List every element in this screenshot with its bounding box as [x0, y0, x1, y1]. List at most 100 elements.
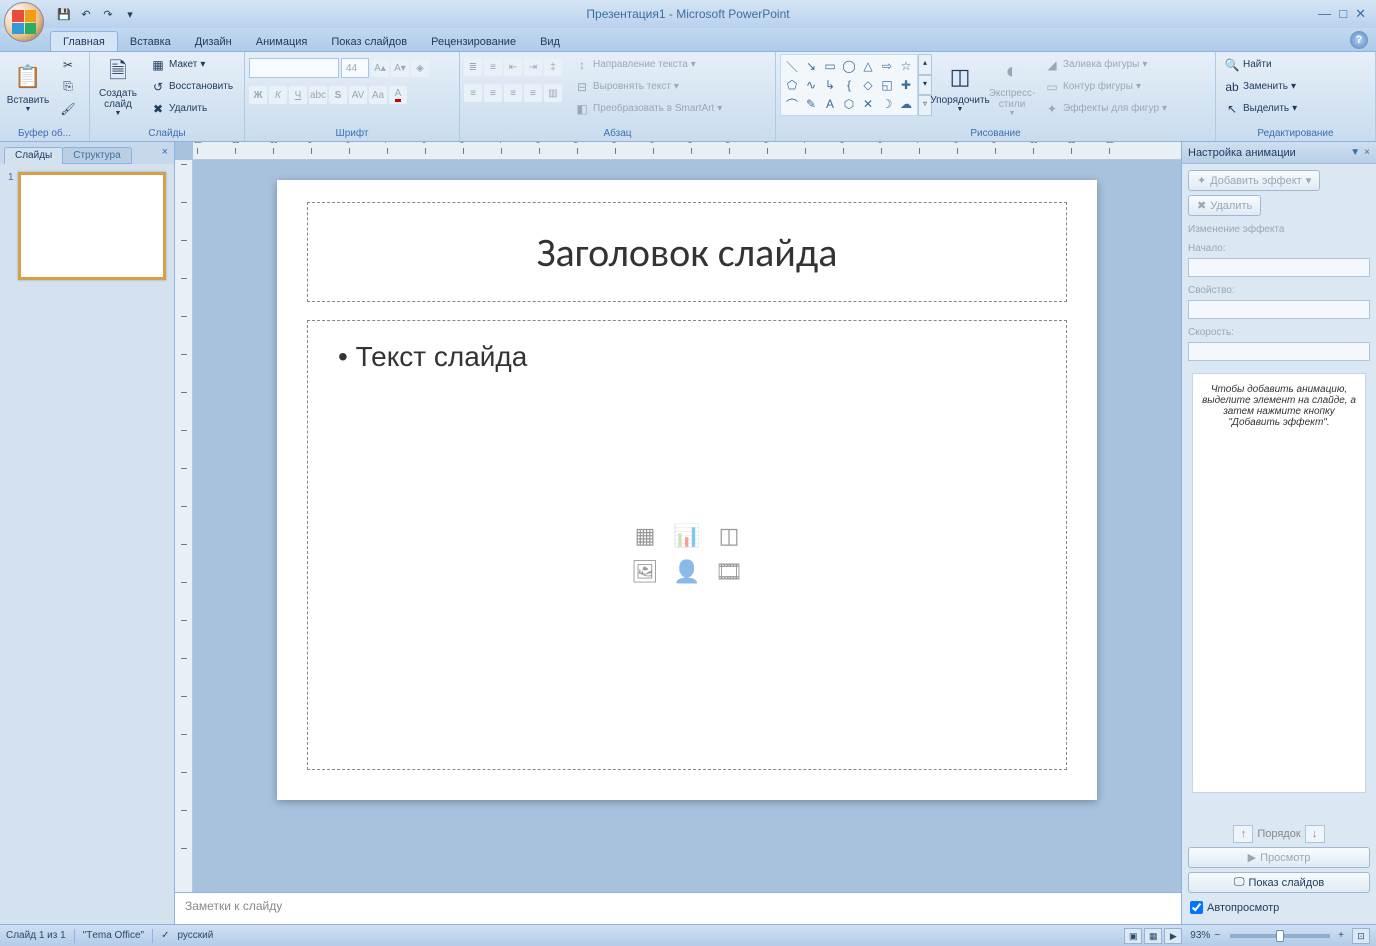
shape-rect-icon[interactable]: ▭: [821, 57, 839, 75]
bullets-button[interactable]: ≣: [464, 58, 482, 76]
panel-tab-outline[interactable]: Структура: [62, 147, 131, 164]
speed-combo[interactable]: [1188, 342, 1370, 361]
font-color-button[interactable]: A: [389, 86, 407, 104]
delete-slide-button[interactable]: ✖Удалить: [146, 98, 237, 119]
shapes-scroll[interactable]: ▴▾▿: [918, 54, 932, 116]
align-text-button[interactable]: ⊟Выровнять текст ▾: [570, 76, 726, 97]
insert-clipart-icon[interactable]: 👤: [669, 557, 705, 587]
layout-button[interactable]: ▦Макет ▾: [146, 54, 237, 75]
zoom-in-button[interactable]: +: [1338, 930, 1344, 941]
tab-home[interactable]: Главная: [50, 31, 118, 51]
tab-animation[interactable]: Анимация: [244, 32, 320, 51]
align-right-button[interactable]: ≡: [504, 84, 522, 102]
shrink-font-button[interactable]: A▾: [391, 59, 409, 77]
maximize-button[interactable]: □: [1339, 6, 1347, 22]
shape-arrow2-icon[interactable]: ⇨: [878, 57, 896, 75]
reorder-down-icon[interactable]: ↓: [1305, 825, 1325, 843]
minimize-button[interactable]: —: [1318, 6, 1331, 22]
add-effect-button[interactable]: ✦Добавить эффект ▾: [1188, 170, 1320, 191]
tab-review[interactable]: Рецензирование: [419, 32, 528, 51]
content-placeholder-icons[interactable]: ▦ 📊 ◫ 🖼 👤 🎞: [627, 521, 747, 587]
font-size-combo[interactable]: 44: [341, 58, 369, 78]
insert-table-icon[interactable]: ▦: [627, 521, 663, 551]
grow-font-button[interactable]: A▴: [371, 59, 389, 77]
panel-tab-slides[interactable]: Слайды: [4, 147, 63, 164]
shape-triangle-icon[interactable]: △: [859, 57, 877, 75]
line-spacing-button[interactable]: ‡: [544, 58, 562, 76]
autopreview-checkbox[interactable]: Автопросмотр: [1188, 897, 1370, 918]
title-placeholder[interactable]: Заголовок слайда: [307, 202, 1067, 302]
qat-customize-icon[interactable]: ▾: [120, 4, 140, 24]
spellcheck-icon[interactable]: ✓: [161, 930, 169, 941]
underline-button[interactable]: Ч: [289, 86, 307, 104]
sorter-view-button[interactable]: ▦: [1144, 928, 1162, 944]
change-case-button[interactable]: Aa: [369, 86, 387, 104]
reorder-up-icon[interactable]: ↑: [1233, 825, 1253, 843]
shape-plus-icon[interactable]: ✚: [897, 76, 915, 94]
shape-arc-icon[interactable]: ⌒: [783, 95, 801, 113]
shadow-button[interactable]: S: [329, 86, 347, 104]
shape-line-icon[interactable]: ＼: [783, 57, 801, 75]
fit-window-button[interactable]: ⊡: [1352, 928, 1370, 944]
zoom-out-button[interactable]: −: [1214, 930, 1220, 941]
shape-brace-icon[interactable]: {: [840, 76, 858, 94]
bold-button[interactable]: Ж: [249, 86, 267, 104]
shape-pentagon-icon[interactable]: ⬠: [783, 76, 801, 94]
shape-oval-icon[interactable]: ◯: [840, 57, 858, 75]
insert-chart-icon[interactable]: 📊: [669, 521, 705, 551]
convert-smartart-button[interactable]: ◧Преобразовать в SmartArt ▾: [570, 98, 726, 119]
copy-button[interactable]: ⎘: [56, 76, 80, 97]
dec-indent-button[interactable]: ⇤: [504, 58, 522, 76]
tab-view[interactable]: Вид: [528, 32, 572, 51]
text-direction-button[interactable]: ↕Направление текста ▾: [570, 54, 726, 75]
close-button[interactable]: ✕: [1355, 6, 1366, 22]
align-center-button[interactable]: ≡: [484, 84, 502, 102]
shape-star-icon[interactable]: ☆: [897, 57, 915, 75]
shape-arrow-icon[interactable]: ↘: [802, 57, 820, 75]
insert-picture-icon[interactable]: 🖼: [627, 557, 663, 587]
insert-smartart-icon[interactable]: ◫: [711, 521, 747, 551]
inc-indent-button[interactable]: ⇥: [524, 58, 542, 76]
italic-button[interactable]: К: [269, 86, 287, 104]
columns-button[interactable]: ▥: [544, 84, 562, 102]
taskpane-menu-icon[interactable]: ▼: [1350, 147, 1360, 158]
shape-moon-icon[interactable]: ☽: [878, 95, 896, 113]
find-button[interactable]: 🔍Найти: [1220, 54, 1301, 75]
slide-thumbnail[interactable]: 1: [8, 172, 166, 280]
insert-media-icon[interactable]: 🎞: [711, 557, 747, 587]
clear-format-button[interactable]: ◈: [411, 59, 429, 77]
arrange-button[interactable]: ◫ Упорядочить▼: [936, 54, 984, 120]
shape-freeform-icon[interactable]: ✎: [802, 95, 820, 113]
paste-button[interactable]: 📋 Вставить ▼: [4, 54, 52, 120]
shape-connector-icon[interactable]: ↳: [821, 76, 839, 94]
new-slide-button[interactable]: 🗎 Создать слайд ▼: [94, 54, 142, 120]
shape-outline-button[interactable]: ▭Контур фигуры ▾: [1040, 76, 1171, 97]
replace-button[interactable]: abЗаменить ▾: [1220, 76, 1301, 97]
tab-design[interactable]: Дизайн: [183, 32, 244, 51]
font-family-combo[interactable]: [249, 58, 339, 78]
remove-effect-button[interactable]: ✖Удалить: [1188, 195, 1261, 216]
tab-insert[interactable]: Вставка: [118, 32, 183, 51]
slideshow-button[interactable]: 🖵 Показ слайдов: [1188, 872, 1370, 893]
status-language[interactable]: русский: [177, 930, 213, 941]
office-button[interactable]: [4, 2, 44, 42]
zoom-value[interactable]: 93%: [1190, 930, 1210, 941]
preview-button[interactable]: ▶ Просмотр: [1188, 847, 1370, 868]
shape-diamond-icon[interactable]: ◇: [859, 76, 877, 94]
tab-slideshow[interactable]: Показ слайдов: [319, 32, 419, 51]
shapes-gallery[interactable]: ＼↘▭◯△⇨☆ ⬠∿↳{◇◱✚ ⌒✎A⬡✕☽☁: [780, 54, 918, 116]
align-left-button[interactable]: ≡: [464, 84, 482, 102]
property-combo[interactable]: [1188, 300, 1370, 319]
zoom-slider[interactable]: [1230, 934, 1330, 938]
slide[interactable]: Заголовок слайда Текст слайда ▦ 📊 ◫ 🖼 👤 …: [277, 180, 1097, 800]
shape-callout-icon[interactable]: ◱: [878, 76, 896, 94]
strike-button[interactable]: abc: [309, 86, 327, 104]
slideshow-view-button[interactable]: ▶: [1164, 928, 1182, 944]
shape-hex-icon[interactable]: ⬡: [840, 95, 858, 113]
shape-cross-icon[interactable]: ✕: [859, 95, 877, 113]
char-spacing-button[interactable]: AV: [349, 86, 367, 104]
normal-view-button[interactable]: ▣: [1124, 928, 1142, 944]
shape-curve-icon[interactable]: ∿: [802, 76, 820, 94]
undo-icon[interactable]: ↶: [76, 4, 96, 24]
redo-icon[interactable]: ↷: [98, 4, 118, 24]
